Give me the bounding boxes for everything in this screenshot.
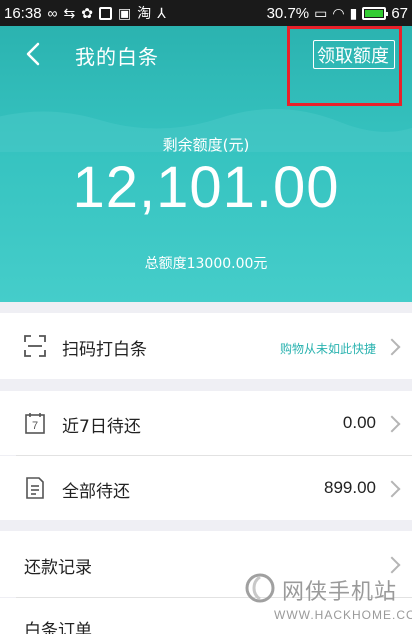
chevron-right-icon: [383, 338, 401, 356]
scan-icon: [24, 335, 46, 357]
status-bar: 16:38 ∞ ⇆ ✿ ▣ 淘 ⅄ 30.7% ▭ ◠ ▮ 67: [0, 0, 412, 26]
scan-qr-row[interactable]: 扫码打白条 购物从未如此快捷: [0, 313, 412, 379]
due-7-days-label: 近7日待还: [62, 417, 141, 437]
calendar-icon: 7: [25, 413, 45, 434]
total-credit: 总额度13000.00元: [144, 256, 268, 272]
repayment-record-row[interactable]: 还款记录: [0, 531, 412, 597]
scan-label: 扫码打白条: [62, 340, 147, 360]
calendar-icon-day: 7: [32, 420, 38, 432]
remaining-credit-label: 剩余额度(元): [162, 136, 250, 154]
battery-number: 67: [391, 4, 408, 22]
wifi-icon: ◠: [332, 4, 345, 21]
status-bar-right: 30.7% ▭ ◠ ▮ 67: [267, 5, 408, 22]
signal-icon: ▮: [349, 4, 358, 21]
scan-hint: 购物从未如此快捷: [279, 342, 376, 356]
app-icon: [99, 6, 112, 20]
infinity-icon: ∞: [47, 5, 58, 21]
taobao-icon: 淘: [137, 5, 152, 21]
page-title: 我的白条: [75, 45, 159, 69]
all-due-row[interactable]: 全部待还 899.00: [0, 456, 412, 520]
due-7-days-row[interactable]: 7 近7日待还 0.00: [0, 391, 412, 455]
battery-icon: [362, 6, 389, 20]
status-bar-left: 16:38 ∞ ⇆ ✿ ▣ 淘 ⅄: [4, 3, 166, 23]
credit-header: 我的白条 领取额度 剩余额度(元) 12,101.00 总额度13000.00元: [0, 26, 412, 302]
paw-icon: ✿: [81, 4, 93, 21]
message-icon: ▭: [314, 4, 328, 21]
remaining-credit-amount: 12,101.00: [72, 155, 340, 220]
chevron-right-icon: [383, 415, 401, 433]
chevron-right-icon: [383, 480, 401, 498]
image-icon: ▣: [118, 4, 132, 21]
route-icon: ⅄: [157, 4, 166, 21]
clock: 16:38: [4, 4, 42, 22]
repayment-record-label: 还款记录: [24, 558, 92, 578]
orders-label: 白条订单: [24, 621, 92, 634]
all-due-label: 全部待还: [62, 482, 130, 502]
back-arrow-icon[interactable]: [18, 38, 50, 70]
claim-credit-button[interactable]: 领取额度: [317, 42, 389, 68]
chevron-right-icon: [383, 556, 401, 574]
bill-icon: [26, 477, 44, 499]
all-due-value: 899.00: [324, 478, 376, 497]
battery-percent: 30.7%: [266, 4, 310, 22]
usb-icon: ⇆: [63, 4, 76, 21]
due-7-days-value: 0.00: [342, 413, 376, 432]
baitiao-orders-row[interactable]: 白条订单: [0, 598, 412, 634]
nav-bar: 我的白条 领取额度: [0, 26, 412, 106]
